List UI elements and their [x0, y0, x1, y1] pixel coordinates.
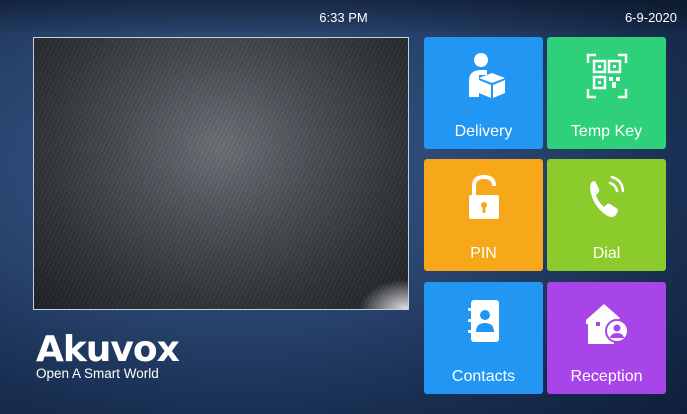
- brand-name: Akuvox: [36, 329, 180, 370]
- temp-key-button[interactable]: Temp Key: [547, 37, 666, 149]
- status-bar: 6:33 PM 6-9-2020: [0, 0, 687, 32]
- clock: 6:33 PM: [319, 10, 368, 25]
- reception-button[interactable]: Reception: [547, 282, 666, 394]
- date: 6-9-2020: [624, 10, 677, 25]
- dial-button[interactable]: Dial: [547, 159, 666, 271]
- tile-label: Temp Key: [570, 123, 643, 140]
- delivery-icon: [468, 53, 505, 98]
- tile-label: Delivery: [454, 123, 513, 140]
- unlock-icon: [468, 174, 499, 219]
- tile-label: PIN: [470, 245, 497, 262]
- brand-logo: Akuvox Open A Smart World: [36, 329, 180, 382]
- lens-glare: [358, 279, 408, 309]
- contacts-book-icon: [467, 300, 499, 342]
- tile-label: Reception: [570, 368, 643, 385]
- contacts-button[interactable]: Contacts: [424, 282, 543, 394]
- tile-label: Dial: [592, 245, 621, 262]
- phone-call-icon: [589, 175, 624, 217]
- camera-preview: [33, 37, 409, 310]
- pin-button[interactable]: PIN: [424, 159, 543, 271]
- brand-slogan: Open A Smart World: [36, 366, 159, 381]
- tile-label: Contacts: [451, 368, 516, 385]
- house-person-icon: [585, 304, 629, 344]
- delivery-button[interactable]: Delivery: [424, 37, 543, 149]
- qr-code-icon: [586, 53, 627, 99]
